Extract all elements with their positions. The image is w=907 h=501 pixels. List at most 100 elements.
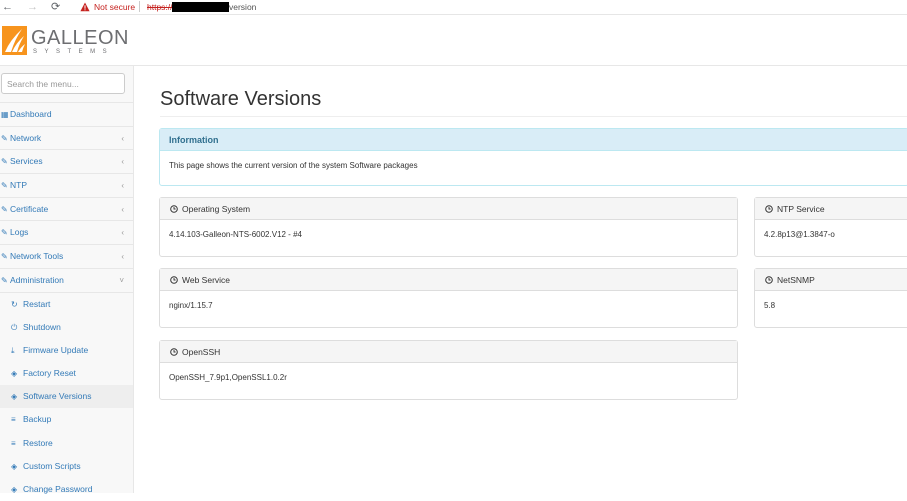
openssh-card-title: OpenSSH <box>182 347 221 357</box>
wrench-icon: ✎ <box>1 133 8 143</box>
logo-subtitle: SYSTEMS <box>33 49 115 55</box>
sidebar-subitem-label: Restore <box>23 437 53 448</box>
sidebar-item-dashboard[interactable]: ▦ Dashboard <box>0 103 133 127</box>
reload-icon[interactable]: ⟳ <box>51 1 60 13</box>
sidebar-item-certificate[interactable]: ✎ Certificate ‹ <box>0 198 133 222</box>
openssh-card-header: OpenSSH <box>160 341 737 363</box>
clock-icon <box>170 205 178 213</box>
sidebar-item-label: NTP <box>10 180 27 191</box>
sidebar-item-label: Network Tools <box>10 251 64 262</box>
not-secure-label[interactable]: Not secure <box>94 2 135 12</box>
sidebar-subitem-change-password[interactable]: ◈ Change Password <box>0 478 133 501</box>
web-service-card-header: Web Service <box>160 269 737 291</box>
wrench-icon: ✎ <box>1 228 8 238</box>
netsnmp-card-header: NetSNMP <box>755 269 907 291</box>
sidebar-item-network-tools[interactable]: ✎ Network Tools ‹ <box>0 245 133 269</box>
wrench-icon: ✎ <box>1 181 8 191</box>
sidebar-subitem-backup[interactable]: ≡ Backup <box>0 408 133 431</box>
sidebar-item-label: Certificate <box>10 203 49 214</box>
ntp-version-value: 4.2.8p13@1.3847-o <box>764 230 835 239</box>
database-icon: ≡ <box>11 415 16 425</box>
dashboard-icon: ▦ <box>1 110 9 119</box>
sidebar-subitem-label: Restart <box>23 298 51 309</box>
forward-icon[interactable]: → <box>27 1 38 13</box>
ntp-card-title: NTP Service <box>777 204 825 214</box>
netsnmp-card: NetSNMP 5.8 <box>754 268 907 328</box>
url-divider <box>139 1 140 12</box>
os-card-header: Operating System <box>160 198 737 220</box>
web-service-card: Web Service nginx/1.15.7 <box>159 268 738 328</box>
sidebar-item-ntp[interactable]: ✎ NTP ‹ <box>0 174 133 198</box>
url-path[interactable]: version <box>229 2 256 12</box>
os-version-value: 4.14.103-Galleon-NTS-6002.V12 - #4 <box>169 230 302 239</box>
chevron-left-icon: ‹ <box>121 228 124 238</box>
sidebar-item-logs[interactable]: ✎ Logs ‹ <box>0 221 133 246</box>
ntp-card: NTP Service 4.2.8p13@1.3847-o <box>754 197 907 257</box>
download-icon: ⤓ <box>11 345 15 355</box>
netsnmp-card-title: NetSNMP <box>777 275 815 285</box>
cube-icon: ◈ <box>11 392 18 402</box>
clock-icon <box>765 276 773 284</box>
web-service-version-value: nginx/1.15.7 <box>169 301 213 310</box>
warning-icon <box>80 2 90 12</box>
clock-icon <box>170 276 178 284</box>
refresh-icon: ↻ <box>11 299 18 309</box>
clock-icon <box>170 348 178 356</box>
sidebar-item-label: Logs <box>10 227 29 238</box>
cube-icon: ◈ <box>11 461 18 471</box>
sidebar-subitem-shutdown[interactable]: ⏻ Shutdown <box>0 316 133 339</box>
information-heading: Information <box>160 129 907 151</box>
galleon-logo-icon[interactable] <box>2 26 27 55</box>
database-icon: ≡ <box>11 438 16 448</box>
logo-name: GALLEON <box>31 27 129 49</box>
information-panel: Information This page shows the current … <box>159 128 907 186</box>
netsnmp-version-value: 5.8 <box>764 301 776 310</box>
chevron-left-icon: ‹ <box>121 181 124 191</box>
sidebar-subitem-label: Custom Scripts <box>23 460 81 471</box>
sidebar-subitem-label: Backup <box>23 414 52 425</box>
ntp-card-header: NTP Service <box>755 198 907 220</box>
sidebar-subitem-factory-reset[interactable]: ◈ Factory Reset <box>0 362 133 385</box>
title-divider <box>160 116 907 117</box>
main-content: Software Versions Information This page … <box>135 66 907 493</box>
sidebar-item-administration[interactable]: ✎ Administration ˅ <box>0 269 133 293</box>
sidebar-subitem-label: Software Versions <box>23 391 92 402</box>
sidebar-item-label: Network <box>10 132 42 143</box>
chevron-left-icon: ‹ <box>121 157 124 167</box>
chevron-left-icon: ‹ <box>121 252 124 262</box>
sidebar-subitem-software-versions[interactable]: ◈ Software Versions <box>0 385 133 409</box>
sidebar: ▦ Dashboard ✎ Network ‹ ✎ Services ‹ ✎ N… <box>0 66 134 494</box>
sidebar-item-label: Dashboard <box>10 109 52 119</box>
cube-icon: ◈ <box>11 369 18 379</box>
wrench-icon: ✎ <box>1 157 8 167</box>
wrench-icon: ✎ <box>1 204 8 214</box>
wrench-icon: ✎ <box>1 252 8 262</box>
power-icon: ⏻ <box>11 322 18 332</box>
cube-icon: ◈ <box>11 485 18 494</box>
sidebar-subitem-restart[interactable]: ↻ Restart <box>0 293 133 316</box>
sidebar-subitem-restore[interactable]: ≡ Restore <box>0 432 133 455</box>
web-service-card-title: Web Service <box>182 275 231 285</box>
wrench-icon: ✎ <box>1 275 8 285</box>
sidebar-subitem-custom-scripts[interactable]: ◈ Custom Scripts <box>0 455 133 478</box>
chevron-down-icon: ˅ <box>119 275 124 285</box>
clock-icon <box>765 205 773 213</box>
chevron-left-icon: ‹ <box>121 133 124 143</box>
os-card-title: Operating System <box>182 204 251 214</box>
back-icon[interactable]: ← <box>2 1 13 13</box>
app-header: GALLEON SYSTEMS <box>0 16 907 66</box>
menu-search-input[interactable] <box>1 73 125 94</box>
menu-search <box>0 66 133 103</box>
chevron-left-icon: ‹ <box>121 204 124 214</box>
browser-toolbar: ← → ⟳ Not secure https:// version <box>0 0 907 15</box>
sidebar-subitem-label: Firmware Update <box>23 344 89 355</box>
page-title: Software Versions <box>160 88 322 110</box>
url-scheme[interactable]: https:// <box>147 2 173 12</box>
os-card: Operating System 4.14.103-Galleon-NTS-60… <box>159 197 738 257</box>
openssh-card: OpenSSH OpenSSH_7.9p1,OpenSSL1.0.2r <box>159 340 738 400</box>
sidebar-subitem-label: Shutdown <box>23 321 61 332</box>
sidebar-item-network[interactable]: ✎ Network ‹ <box>0 127 133 151</box>
sidebar-subitem-firmware-update[interactable]: ⤓ Firmware Update <box>0 339 133 362</box>
sidebar-item-label: Administration <box>10 274 64 285</box>
sidebar-item-services[interactable]: ✎ Services ‹ <box>0 150 133 175</box>
